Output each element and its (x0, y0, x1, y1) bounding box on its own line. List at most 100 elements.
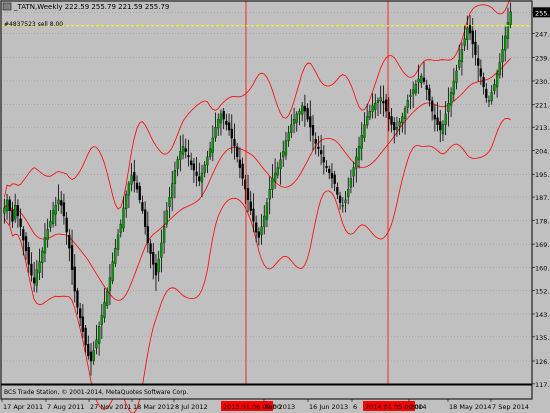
candle-body (81, 316, 85, 332)
candle-body (433, 114, 436, 120)
candle-body (46, 229, 49, 240)
candle-body (246, 188, 250, 201)
candle-body (70, 245, 74, 270)
candle-body (393, 122, 396, 131)
candle-body (76, 290, 79, 308)
candle-body (455, 70, 458, 83)
candle-body (347, 188, 350, 197)
candle-body (357, 145, 361, 161)
candle-body (466, 27, 469, 41)
current-price-label: 255.79 (535, 9, 550, 17)
candle-body (181, 145, 185, 155)
candle-body (504, 35, 507, 51)
candle-body (322, 156, 325, 163)
candle-body (157, 258, 160, 273)
candle-body (417, 78, 420, 83)
candle-body (43, 237, 47, 254)
candle-body (441, 124, 445, 135)
candle-body (249, 201, 252, 211)
candle-body (173, 170, 177, 184)
candle-body (490, 92, 493, 101)
candle-body (54, 205, 57, 215)
candle-body (309, 116, 312, 128)
candle-body (208, 148, 212, 157)
candle-body (89, 351, 93, 362)
y-tick-label: 204.30 (535, 148, 550, 156)
candle-body (135, 182, 139, 190)
candle-body (328, 168, 331, 174)
x-tick-label: 6 (353, 403, 357, 411)
candle-body (154, 262, 158, 276)
y-tick-label: 187.05 (535, 194, 550, 202)
candle-body (190, 160, 193, 166)
candle-body (60, 200, 63, 206)
candle-body (336, 186, 339, 195)
candle-body (395, 127, 399, 130)
copyright-text: BCS Trade Station, © 2001-2014, MetaQuot… (4, 389, 188, 396)
candle-body (420, 76, 423, 84)
candle-body (439, 121, 442, 131)
x-tick-label: 27 Nov 2011 (90, 403, 132, 411)
candle-body (30, 263, 33, 276)
candle-body (5, 199, 9, 212)
candle-body (168, 197, 171, 207)
candle-body (360, 135, 363, 149)
y-tick-label: 230.25 (535, 78, 550, 86)
candle-body (292, 119, 296, 125)
candle-body (303, 106, 307, 112)
candle-body (211, 137, 214, 153)
candle-body (38, 261, 41, 273)
candle-body (344, 199, 347, 203)
candle-body (241, 163, 244, 179)
candle-body (325, 166, 328, 168)
candle-body (127, 183, 131, 196)
candle-body (368, 111, 372, 118)
candle-body (22, 229, 25, 241)
candle-body (165, 210, 168, 225)
candle-body (501, 49, 504, 63)
candle-body (477, 58, 480, 66)
candle-body (179, 151, 182, 160)
candle-body (219, 113, 223, 124)
candle-body (314, 139, 317, 144)
x-tick-label: 7 Sep 2014 (492, 403, 529, 411)
candle-body (265, 202, 269, 220)
candle-body (460, 49, 464, 62)
candle-body (449, 92, 453, 106)
y-tick-label: 247.85 (535, 31, 550, 39)
candle-body (295, 113, 298, 123)
candle-body (160, 242, 163, 258)
candle-body (319, 150, 323, 155)
x-tick-label: Feb 2013 (265, 403, 295, 411)
candle-body (8, 199, 11, 211)
candle-body (3, 207, 6, 214)
candle-body (290, 124, 293, 133)
candle-body (493, 84, 496, 92)
candle-body (84, 327, 87, 346)
candle-body (11, 209, 14, 222)
y-tick-label: 160.85 (535, 264, 550, 272)
candle-body (217, 119, 220, 129)
candle-body (116, 234, 120, 250)
chart-canvas[interactable]: _TATN,Weekly 222.59 255.79 221.59 255.79… (0, 0, 550, 413)
candle-body (206, 156, 209, 166)
candle-body (485, 88, 488, 98)
candle-body (436, 117, 439, 125)
y-tick-label: 178.35 (535, 217, 550, 225)
candle-body (103, 301, 106, 318)
candle-body (233, 138, 236, 147)
candle-body (271, 178, 274, 190)
candle-body (222, 110, 225, 120)
candle-body (92, 350, 95, 361)
candle-body (452, 81, 455, 95)
candle-body (225, 120, 228, 125)
candle-body (279, 159, 282, 169)
candle-body (35, 269, 38, 286)
candle-body (203, 164, 206, 173)
candle-body (162, 226, 166, 243)
candle-body (195, 171, 198, 176)
candle-body (444, 113, 447, 125)
candle-body (149, 243, 152, 254)
x-tick-label: 7 Aug 2011 (47, 403, 85, 411)
candle-body (428, 88, 431, 101)
